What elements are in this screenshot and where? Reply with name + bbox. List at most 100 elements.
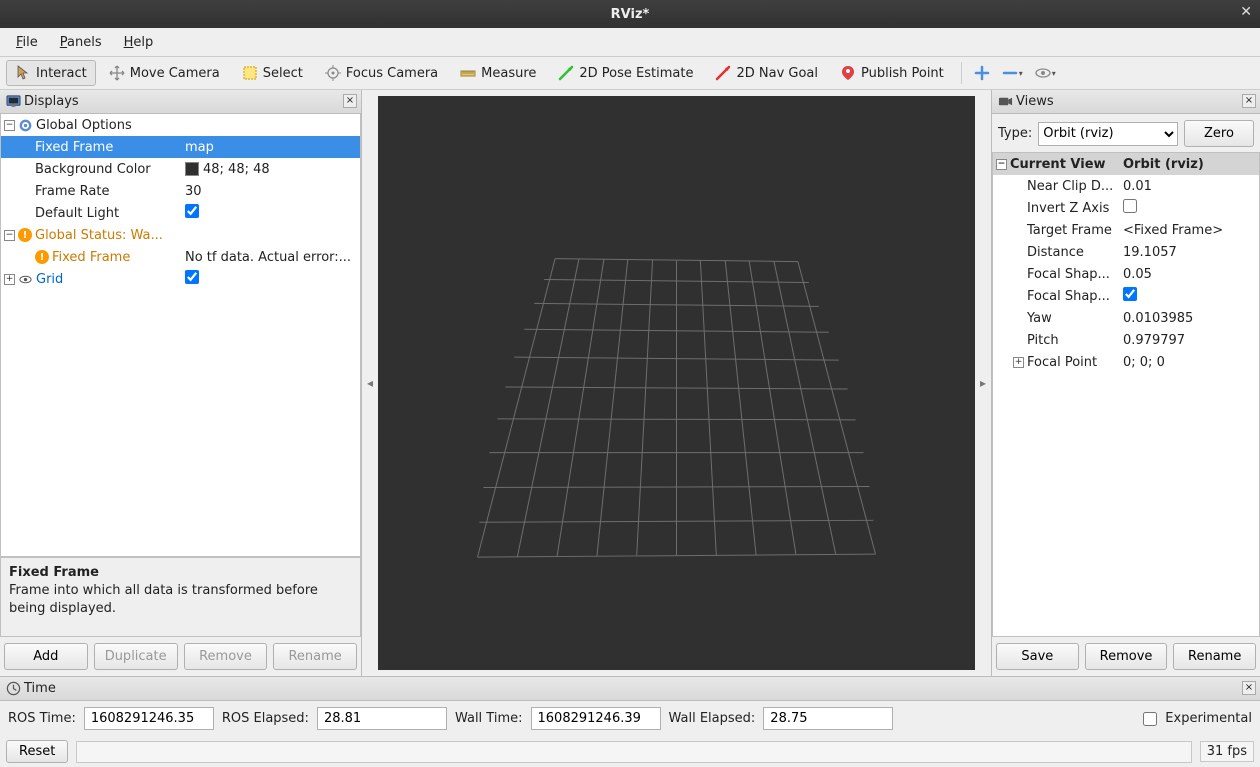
menu-file[interactable]: File: [6, 32, 48, 53]
views-panel: Views × Type: Orbit (rviz) Zero −Current…: [991, 90, 1260, 676]
move-camera-icon: [109, 65, 125, 81]
toolbar-add-button[interactable]: [970, 61, 994, 85]
time-panel: Time × ROS Time: ROS Elapsed: Wall Time:…: [0, 676, 1260, 767]
tool-interact-label: Interact: [36, 66, 87, 81]
invert-z-checkbox[interactable]: [1123, 199, 1137, 213]
menu-bar: File Panels Help: [0, 28, 1260, 56]
collapse-icon[interactable]: −: [4, 230, 15, 241]
wall-elapsed-label: Wall Elapsed:: [669, 711, 756, 726]
eye-icon: [18, 272, 33, 287]
tree-item-grid[interactable]: + Grid: [1, 268, 360, 290]
tree-item-focal-point[interactable]: +Focal Point 0; 0; 0: [993, 351, 1259, 373]
time-panel-titlebar[interactable]: Time ×: [0, 677, 1260, 701]
gear-icon: [18, 118, 33, 133]
publish-point-icon: [840, 65, 856, 81]
tool-2d-nav-goal[interactable]: 2D Nav Goal: [706, 60, 827, 86]
collapse-icon[interactable]: −: [4, 120, 15, 131]
views-panel-titlebar[interactable]: Views ×: [992, 90, 1260, 114]
eye-icon: [1035, 65, 1051, 81]
views-type-row: Type: Orbit (rviz) Zero: [992, 114, 1260, 153]
tool-publish-point-label: Publish Point: [861, 66, 944, 81]
tree-item-pitch[interactable]: Pitch 0.979797: [993, 329, 1259, 351]
tool-measure[interactable]: Measure: [451, 60, 545, 86]
collapse-icon[interactable]: −: [996, 159, 1007, 170]
ros-time-field[interactable]: [84, 707, 214, 730]
wall-elapsed-field[interactable]: [763, 707, 893, 730]
tree-item-global-options[interactable]: − Global Options: [1, 114, 360, 136]
toolbar: Interact Move Camera Select Focus Camera…: [0, 56, 1260, 90]
toolbar-remove-button[interactable]: ▾: [998, 61, 1027, 85]
tree-item-global-status[interactable]: − ! Global Status: Wa...: [1, 224, 360, 246]
rename-view-button[interactable]: Rename: [1173, 643, 1256, 670]
tool-2d-pose-estimate[interactable]: 2D Pose Estimate: [549, 60, 702, 86]
plus-icon: [974, 65, 990, 81]
add-display-button[interactable]: Add: [4, 643, 88, 670]
tree-item-status-fixed-frame[interactable]: ! Fixed Frame No tf data. Actual error:.…: [1, 246, 360, 268]
zero-button[interactable]: Zero: [1184, 120, 1254, 147]
window-close-button[interactable]: ✕: [1240, 4, 1252, 20]
displays-icon: [6, 94, 21, 109]
3d-viewport[interactable]: [378, 96, 975, 670]
view-type-select[interactable]: Orbit (rviz): [1038, 122, 1178, 146]
tree-item-target-frame[interactable]: Target Frame <Fixed Frame>: [993, 219, 1259, 241]
time-panel-close[interactable]: ×: [1242, 681, 1256, 695]
tool-focus-camera-label: Focus Camera: [346, 66, 438, 81]
tree-item-near-clip[interactable]: Near Clip D... 0.01: [993, 175, 1259, 197]
right-collapse-handle[interactable]: ▸: [975, 90, 991, 676]
tool-select[interactable]: Select: [233, 60, 312, 86]
status-bar-fill: [76, 741, 1191, 763]
tree-item-focal-shape-fixed[interactable]: Focal Shap...: [993, 285, 1259, 307]
tool-focus-camera[interactable]: Focus Camera: [316, 60, 447, 86]
focal-shape-fixed-checkbox[interactable]: [1123, 287, 1137, 301]
tree-item-yaw[interactable]: Yaw 0.0103985: [993, 307, 1259, 329]
status-bar: Reset 31 fps: [0, 736, 1260, 767]
default-light-checkbox[interactable]: [185, 204, 199, 218]
warning-icon: !: [18, 228, 32, 242]
displays-panel-title: Displays: [24, 94, 79, 109]
clock-icon: [6, 681, 21, 696]
experimental-label: Experimental: [1165, 711, 1252, 726]
displays-button-row: Add Duplicate Remove Rename: [0, 637, 361, 676]
displays-panel-titlebar[interactable]: Displays ×: [0, 90, 361, 114]
tool-interact[interactable]: Interact: [6, 60, 96, 86]
window-title: RViz*: [611, 7, 650, 22]
tree-item-current-view[interactable]: −Current View Orbit (rviz): [993, 153, 1259, 175]
toolbar-separator: [961, 62, 962, 84]
displays-panel-close[interactable]: ×: [343, 94, 357, 108]
tool-2d-nav-goal-label: 2D Nav Goal: [736, 66, 818, 81]
remove-view-button[interactable]: Remove: [1085, 643, 1168, 670]
tool-publish-point[interactable]: Publish Point: [831, 60, 953, 86]
help-body: Frame into which all data is transformed…: [9, 582, 352, 618]
ros-time-label: ROS Time:: [8, 711, 76, 726]
menu-panels[interactable]: Panels: [50, 32, 112, 53]
tree-item-focal-shape-size[interactable]: Focal Shap... 0.05: [993, 263, 1259, 285]
wall-time-field[interactable]: [531, 707, 661, 730]
color-swatch[interactable]: [185, 162, 199, 176]
tool-measure-label: Measure: [481, 66, 536, 81]
window-titlebar: RViz* ✕: [0, 0, 1260, 28]
views-tree[interactable]: −Current View Orbit (rviz) Near Clip D..…: [992, 152, 1260, 637]
tree-item-fixed-frame[interactable]: Fixed Frame map: [1, 136, 360, 158]
wall-time-label: Wall Time:: [455, 711, 523, 726]
menu-help[interactable]: Help: [114, 32, 164, 53]
views-panel-close[interactable]: ×: [1242, 94, 1256, 108]
viewport-container: ◂: [362, 90, 991, 676]
interact-icon: [15, 65, 31, 81]
experimental-checkbox[interactable]: [1143, 712, 1157, 726]
displays-tree[interactable]: − Global Options Fixed Frame map Backgro…: [0, 113, 361, 557]
grid-checkbox[interactable]: [185, 270, 199, 284]
ros-elapsed-field[interactable]: [317, 707, 447, 730]
tool-move-camera[interactable]: Move Camera: [100, 60, 229, 86]
tree-item-frame-rate[interactable]: Frame Rate 30: [1, 180, 360, 202]
tree-item-distance[interactable]: Distance 19.1057: [993, 241, 1259, 263]
left-collapse-handle[interactable]: ◂: [362, 90, 378, 676]
expand-icon[interactable]: +: [1013, 357, 1024, 368]
tree-item-invert-z[interactable]: Invert Z Axis: [993, 197, 1259, 219]
time-values-row: ROS Time: ROS Elapsed: Wall Time: Wall E…: [0, 701, 1260, 736]
tree-item-background-color[interactable]: Background Color 48; 48; 48: [1, 158, 360, 180]
toolbar-visibility-button[interactable]: ▾: [1031, 61, 1060, 85]
reset-button[interactable]: Reset: [6, 740, 68, 763]
expand-icon[interactable]: +: [4, 274, 15, 285]
tree-item-default-light[interactable]: Default Light: [1, 202, 360, 224]
save-view-button[interactable]: Save: [996, 643, 1079, 670]
